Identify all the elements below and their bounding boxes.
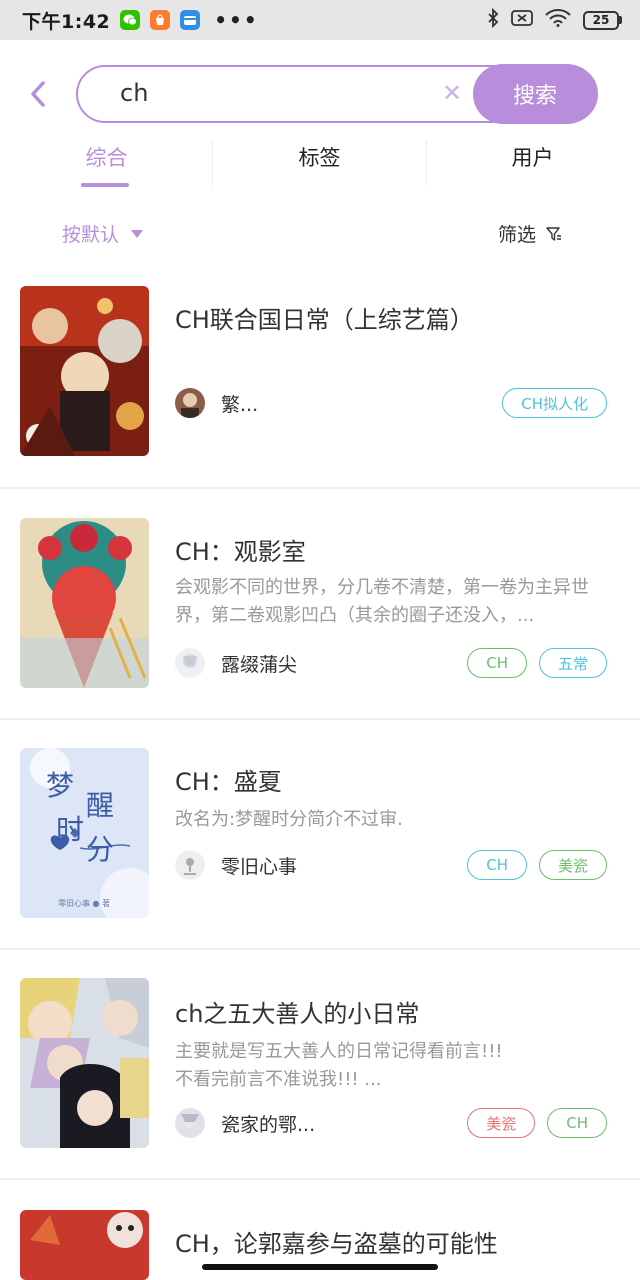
tab-divider bbox=[426, 140, 427, 186]
book-title[interactable]: CH，论郭嘉参与盗墓的可能性 bbox=[175, 1224, 498, 1259]
tag[interactable]: CH bbox=[467, 850, 527, 880]
book-description: 主要就是写五大善人的日常记得看前言!!! 不看完前言不准说我!!! ... bbox=[175, 1041, 503, 1090]
cover-caption: 零旧心事 ● 著 bbox=[58, 899, 111, 908]
cover-title-char: 梦 bbox=[46, 769, 75, 802]
active-tab-indicator bbox=[81, 183, 129, 187]
book-cover[interactable] bbox=[20, 978, 149, 1148]
battery-level: 25 bbox=[583, 10, 619, 30]
search-input[interactable] bbox=[120, 79, 420, 107]
avatar bbox=[175, 1108, 205, 1138]
more-notifications-icon: ••• bbox=[214, 8, 259, 32]
author-name: 零旧心事 bbox=[221, 855, 298, 878]
author-name: 露缀蒲尖 bbox=[221, 653, 298, 676]
filter-icon bbox=[546, 226, 562, 241]
tag[interactable]: 美瓷 bbox=[538, 850, 607, 880]
status-time: 下午1:42 bbox=[22, 10, 111, 33]
tab-comprehensive[interactable]: 综合 bbox=[0, 134, 213, 190]
wallet-notification-icon bbox=[180, 10, 201, 30]
author[interactable]: 露缀蒲尖 bbox=[175, 648, 297, 678]
no-sim-icon bbox=[511, 9, 533, 32]
book-title[interactable]: CH联合国日常（上综艺篇） bbox=[175, 300, 474, 335]
status-bar: 下午1:42 ••• 25 bbox=[0, 0, 640, 40]
search-button[interactable]: 搜索 bbox=[473, 64, 597, 124]
author[interactable]: 瓷家的鄂... bbox=[175, 1108, 315, 1138]
list-item[interactable]: CH联合国日常（上综艺篇） 繁... CH拟人化 bbox=[0, 286, 640, 516]
book-cover[interactable]: 梦 醒 时 分 零旧心事 ● 著 bbox=[20, 748, 149, 918]
tab-tags[interactable]: 标签 bbox=[213, 134, 426, 190]
filter-button[interactable]: 筛选 bbox=[498, 220, 562, 247]
book-title[interactable]: CH：盛夏 bbox=[175, 762, 282, 797]
author[interactable]: 繁... bbox=[175, 388, 258, 418]
divider bbox=[0, 718, 640, 720]
tag[interactable]: CH bbox=[547, 1108, 607, 1138]
list-item[interactable]: ch之五大善人的小日常 主要就是写五大善人的日常记得看前言!!! 不看完前言不准… bbox=[0, 978, 640, 1208]
cover-title-char: 分 bbox=[86, 833, 115, 866]
divider bbox=[0, 487, 640, 489]
tab-users[interactable]: 用户 bbox=[426, 134, 639, 190]
chevron-left-icon bbox=[31, 81, 45, 107]
battery-icon: 25 bbox=[583, 10, 622, 30]
avatar bbox=[175, 850, 205, 880]
list-item[interactable]: CH：观影室 会观影不同的世界，分几卷不清楚，第一卷为主异世界，第二卷观影凹凸（… bbox=[0, 518, 640, 748]
store-notification-icon bbox=[150, 10, 171, 30]
avatar bbox=[175, 388, 205, 418]
back-button[interactable] bbox=[22, 78, 54, 110]
divider bbox=[0, 1178, 640, 1180]
tab-divider bbox=[212, 140, 213, 186]
tag-list: CH 美瓷 bbox=[467, 850, 607, 880]
tag[interactable]: CH拟人化 bbox=[502, 388, 607, 418]
author[interactable]: 零旧心事 bbox=[175, 850, 297, 880]
bluetooth-icon bbox=[487, 7, 499, 33]
book-title[interactable]: CH：观影室 bbox=[175, 532, 306, 567]
book-description: 改名为:梦醒时分简介不过审. bbox=[175, 809, 403, 830]
home-indicator[interactable] bbox=[202, 1264, 438, 1270]
wechat-notification-icon bbox=[120, 10, 141, 30]
tag-list: CH拟人化 bbox=[502, 388, 607, 418]
tag[interactable]: CH bbox=[467, 648, 527, 678]
sort-label: 按默认 bbox=[62, 224, 120, 246]
author-name: 繁... bbox=[221, 393, 259, 416]
author-name: 瓷家的鄂... bbox=[221, 1113, 316, 1136]
caret-down-icon bbox=[131, 229, 144, 238]
wifi-icon bbox=[545, 8, 571, 32]
avatar bbox=[175, 648, 205, 678]
sort-dropdown[interactable]: 按默认 bbox=[62, 220, 144, 247]
tag[interactable]: 美瓷 bbox=[467, 1108, 536, 1138]
tab-bar: 综合 标签 用户 bbox=[0, 134, 640, 190]
book-cover[interactable] bbox=[20, 286, 149, 456]
cover-title-char: 醒 bbox=[86, 789, 115, 822]
filter-label: 筛选 bbox=[498, 224, 537, 246]
tag-list: 美瓷 CH bbox=[467, 1108, 607, 1138]
clear-icon[interactable]: ✕ bbox=[442, 79, 462, 107]
divider bbox=[0, 948, 640, 950]
book-cover[interactable] bbox=[20, 518, 149, 688]
book-description: 会观影不同的世界，分几卷不清楚，第一卷为主异世界，第二卷观影凹凸（其余的圈子还没… bbox=[175, 577, 589, 626]
list-item[interactable]: 梦 醒 时 分 零旧心事 ● 著 CH：盛夏 改名为:梦醒时分简介不过审. 零旧… bbox=[0, 748, 640, 978]
cover-title-char: 时 bbox=[56, 813, 85, 846]
tag[interactable]: 五常 bbox=[538, 648, 607, 678]
tag-list: CH 五常 bbox=[467, 648, 607, 678]
book-title[interactable]: ch之五大善人的小日常 bbox=[175, 994, 419, 1029]
book-cover[interactable] bbox=[20, 1210, 149, 1280]
